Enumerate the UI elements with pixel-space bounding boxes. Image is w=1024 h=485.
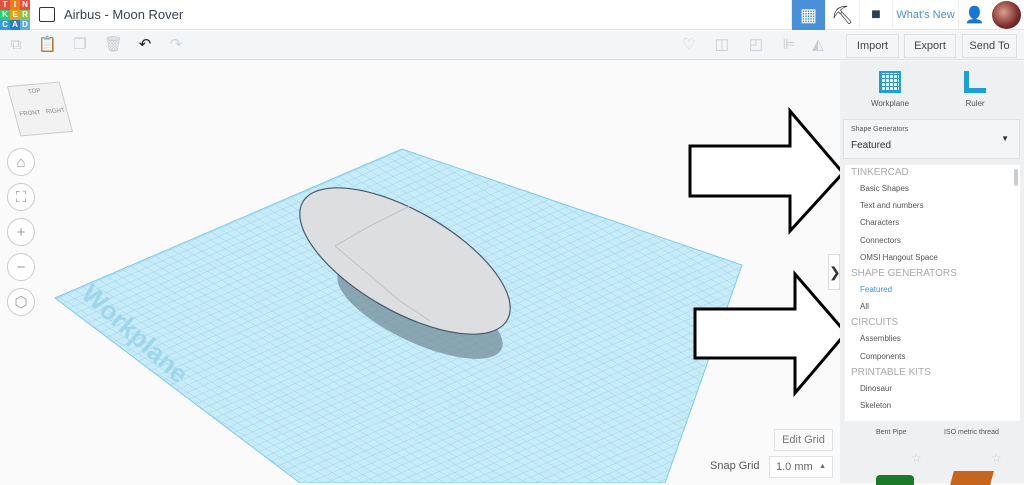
category-header: SHAPE GENERATORS <box>851 267 957 279</box>
undo-icon[interactable]: ↶ <box>137 37 153 53</box>
3d-view-grid-button[interactable]: ▦ <box>791 0 825 30</box>
category-header: CIRCUITS <box>851 317 899 329</box>
whats-new-link[interactable]: What's New <box>892 0 958 30</box>
ruler-tool[interactable]: Ruler <box>950 71 1000 108</box>
export-button[interactable]: Export <box>904 34 956 58</box>
view-cube-right[interactable]: RIGHT <box>45 108 65 115</box>
home-view-button[interactable]: ⌂ <box>7 148 35 176</box>
category-item[interactable]: Skeleton <box>845 397 1020 414</box>
home-icon: ⌂ <box>16 153 26 171</box>
redo-icon[interactable]: ↷ <box>168 37 184 53</box>
fit-view-button[interactable]: ⛶ <box>7 183 35 211</box>
logo-letter: C <box>0 20 10 30</box>
plus-icon: + <box>16 223 26 241</box>
copy-icon[interactable]: ⧉ <box>8 37 24 53</box>
logo-letter: D <box>20 20 30 30</box>
view-cube-top[interactable]: TOP <box>27 88 41 95</box>
add-user-icon: 👤 <box>964 7 985 24</box>
logo-letter: K <box>0 10 10 20</box>
caret-icon: ▲ <box>819 463 826 470</box>
logo-letter: N <box>20 0 30 10</box>
snap-grid-label: Snap Grid <box>710 460 760 472</box>
edit-grid-button[interactable]: Edit Grid <box>774 429 833 451</box>
cube-icon: ⬡ <box>14 294 28 311</box>
design-list-icon[interactable] <box>39 7 55 22</box>
category-item[interactable]: Dinosaur <box>845 380 1020 397</box>
arrow-annotation <box>688 106 840 235</box>
snap-grid-select[interactable]: 1.0 mm ▲ <box>769 456 833 478</box>
workplane-label: Workplane <box>870 99 910 108</box>
bent-pipe-thumbnail[interactable] <box>876 475 914 485</box>
edit-toolbar: ⧉ 📋 ❐ 🗑 ↶ ↷ ♡ ◫ ◰ ⊫ ◭ Import Export Send… <box>0 31 1024 60</box>
design-title[interactable]: Airbus - Moon Rover <box>64 7 183 22</box>
ungroup-icon[interactable]: ◰ <box>748 37 764 53</box>
category-item[interactable]: Featured <box>845 281 1020 298</box>
workplane-canvas[interactable]: Workplane <box>0 61 840 483</box>
zoom-in-button[interactable]: + <box>7 218 35 246</box>
fit-icon: ⛶ <box>15 188 27 206</box>
category-item[interactable]: All <box>845 298 1020 315</box>
minus-icon: − <box>16 258 26 276</box>
bricks-button[interactable]: ■ <box>859 0 892 30</box>
workplane-tool[interactable]: Workplane <box>860 71 920 108</box>
category-list: TINKERCAD Basic Shapes Text and numbers Cha… <box>845 165 1020 421</box>
category-item[interactable]: OMSI Hangout Space <box>845 249 1020 266</box>
brick-icon: ■ <box>871 6 881 23</box>
logo-letter: I <box>10 0 20 10</box>
perspective-button[interactable]: ⬡ <box>7 288 35 316</box>
mirror-icon[interactable]: ◭ <box>810 37 826 53</box>
grid-icon: ▦ <box>799 4 817 25</box>
category-item[interactable]: Text and numbers <box>845 197 1020 214</box>
dropdown-label: Shape Generators <box>851 126 909 133</box>
category-item[interactable]: Assemblies <box>845 330 1020 347</box>
shape-label-iso-metric-thread: ISO metric thread <box>944 429 999 436</box>
dropdown-caret-icon: ▼ <box>1001 134 1009 143</box>
import-button[interactable]: Import <box>846 34 899 58</box>
avatar[interactable] <box>992 1 1021 29</box>
category-item[interactable]: Basic Shapes <box>845 180 1020 197</box>
shapes-panel: Workplane Ruler Shape Generators Feature… <box>840 61 1024 485</box>
favorite-star-icon[interactable]: ☆ <box>911 451 922 465</box>
category-item[interactable]: Components <box>845 348 1020 365</box>
category-item[interactable]: Connectors <box>845 232 1020 249</box>
logo-letter: A <box>10 20 20 30</box>
category-item[interactable]: Characters <box>845 214 1020 231</box>
duplicate-icon[interactable]: ❐ <box>72 37 88 53</box>
blocks-button[interactable]: ⛏ <box>825 0 859 30</box>
align-icon[interactable]: ⊫ <box>781 37 797 53</box>
delete-icon[interactable]: 🗑 <box>104 37 123 53</box>
tinkercad-logo[interactable]: TINKERCAD <box>0 0 30 30</box>
collapse-panel-button[interactable]: ❯ <box>828 254 841 290</box>
dropdown-value: Featured <box>851 140 892 151</box>
scrollbar[interactable] <box>1014 169 1018 187</box>
zoom-out-button[interactable]: − <box>7 253 35 281</box>
send-to-button[interactable]: Send To <box>962 34 1017 58</box>
paste-icon[interactable]: 📋 <box>38 37 57 53</box>
top-bar: TINKERCAD Airbus - Moon Rover ▦ ⛏ ■ What… <box>0 0 1024 30</box>
shape-label-bent-pipe: Bent Pipe <box>876 429 907 436</box>
pickaxe-icon: ⛏ <box>831 4 854 25</box>
workplane-icon <box>879 71 901 93</box>
ruler-icon <box>964 71 986 93</box>
logo-letter: R <box>20 10 30 20</box>
notes-icon[interactable]: ♡ <box>681 37 697 53</box>
shape-category-dropdown[interactable]: Shape Generators Featured ▼ <box>843 119 1020 159</box>
category-header: TINKERCAD <box>851 167 909 178</box>
favorite-star-icon[interactable]: ☆ <box>991 451 1002 465</box>
logo-letter: E <box>10 10 20 20</box>
category-header: PRINTABLE KITS <box>851 366 931 378</box>
view-cube-front[interactable]: FRONT <box>19 110 41 118</box>
invite-user-button[interactable]: 👤 <box>958 0 990 30</box>
group-icon[interactable]: ◫ <box>714 37 730 53</box>
snap-grid-value: 1.0 mm <box>776 461 813 473</box>
logo-letter: T <box>0 0 10 10</box>
3d-viewport[interactable]: Workplane TOP FRONT RIGHT ⌂ ⛶ + − ⬡ ❯ Ed… <box>0 61 841 483</box>
ruler-label: Ruler <box>965 99 985 108</box>
